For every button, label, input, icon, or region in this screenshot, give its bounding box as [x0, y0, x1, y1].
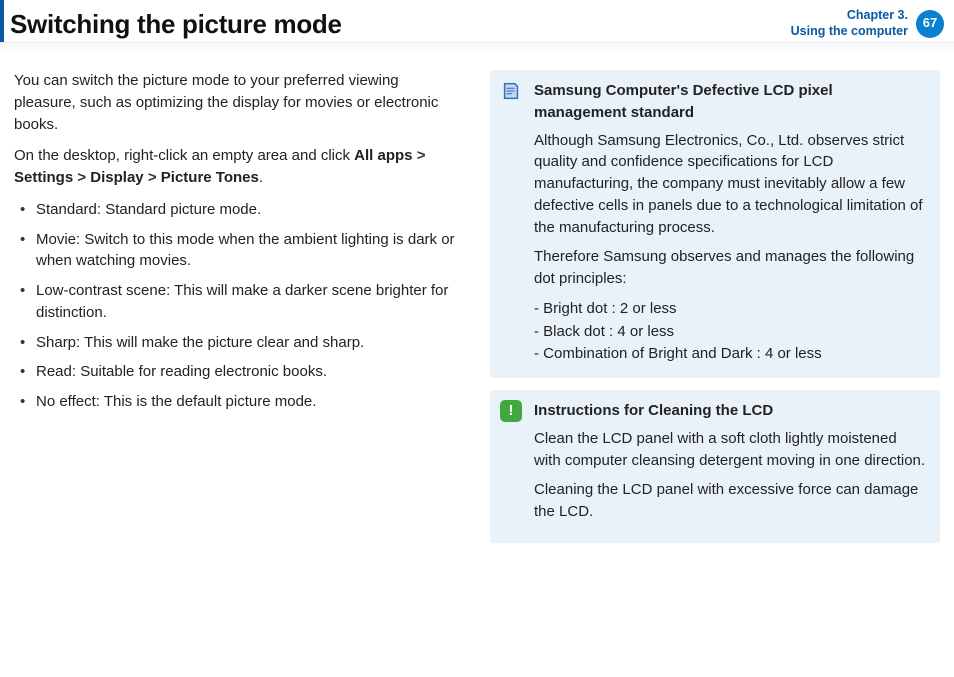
nav-prefix: On the desktop, right-click an empty are… [14, 147, 354, 164]
panel2-para2: Cleaning the LCD panel with excessive fo… [534, 479, 926, 523]
header-separator [0, 42, 954, 56]
panel2-title: Instructions for Cleaning the LCD [534, 400, 926, 422]
chapter-info: Chapter 3. Using the computer 67 [791, 6, 944, 39]
nav-caret-3: > [144, 169, 161, 186]
nav-step-3: Display [90, 169, 143, 186]
list-item: Standard: Standard picture mode. [18, 199, 464, 221]
chapter-line2: Using the computer [791, 24, 908, 40]
nav-suffix: . [259, 169, 263, 186]
panel1-para2: Therefore Samsung observes and manages t… [534, 246, 926, 290]
panel2-para1: Clean the LCD panel with a soft cloth li… [534, 428, 926, 472]
caution-icon: ! [500, 400, 522, 422]
list-item: No effect: This is the default picture m… [18, 391, 464, 413]
panel1-dash1: - Bright dot : 2 or less [534, 298, 926, 320]
content-columns: You can switch the picture mode to your … [0, 56, 954, 555]
panel1-dash2: - Black dot : 4 or less [534, 321, 926, 343]
panel1-dashlist: - Bright dot : 2 or less - Black dot : 4… [534, 298, 926, 365]
panel1-para1: Although Samsung Electronics, Co., Ltd. … [534, 130, 926, 239]
chapter-line1: Chapter 3. [791, 8, 908, 24]
nav-step-2: Settings [14, 169, 73, 186]
chapter-text: Chapter 3. Using the computer [791, 8, 908, 39]
right-column: Samsung Computer's Defective LCD pixel m… [490, 70, 940, 555]
nav-paragraph: On the desktop, right-click an empty are… [14, 145, 464, 189]
picture-mode-list: Standard: Standard picture mode. Movie: … [14, 199, 464, 413]
nav-step-4: Picture Tones [161, 169, 259, 186]
panel1-dash3: - Combination of Bright and Dark : 4 or … [534, 343, 926, 365]
panel1-title: Samsung Computer's Defective LCD pixel m… [534, 80, 926, 124]
intro-paragraph: You can switch the picture mode to your … [14, 70, 464, 135]
info-panel-lcd-standard: Samsung Computer's Defective LCD pixel m… [490, 70, 940, 378]
nav-caret-2: > [73, 169, 90, 186]
list-item: Movie: Switch to this mode when the ambi… [18, 229, 464, 273]
list-item: Low-contrast scene: This will make a dar… [18, 280, 464, 324]
info-panel-cleaning: ! Instructions for Cleaning the LCD Clea… [490, 390, 940, 543]
nav-step-1: All apps [354, 147, 412, 164]
page-number-badge: 67 [916, 10, 944, 38]
nav-caret-1: > [413, 147, 426, 164]
page-header: Switching the picture mode Chapter 3. Us… [0, 0, 954, 42]
page-title: Switching the picture mode [10, 6, 342, 44]
left-column: You can switch the picture mode to your … [14, 70, 464, 555]
list-item: Read: Suitable for reading electronic bo… [18, 361, 464, 383]
memo-icon [500, 80, 522, 102]
list-item: Sharp: This will make the picture clear … [18, 332, 464, 354]
